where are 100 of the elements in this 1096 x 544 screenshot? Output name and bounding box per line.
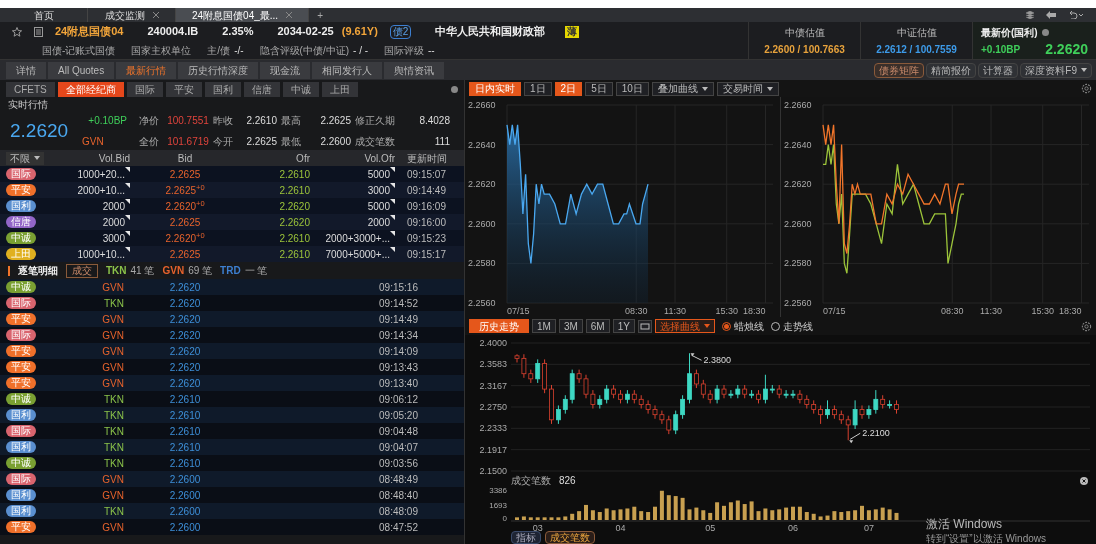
tab[interactable]: 舆情资讯 bbox=[384, 61, 445, 79]
tool-button[interactable]: 深度资料F9 bbox=[1020, 62, 1092, 78]
table-cell-text: 08:48:49 bbox=[378, 472, 419, 487]
bar bbox=[873, 509, 878, 520]
range-tab[interactable]: 3M bbox=[558, 319, 583, 333]
table-cell-text: 2.2620 bbox=[168, 296, 202, 311]
broker-badge: 国际 bbox=[6, 473, 36, 485]
range-tab[interactable]: 10日 bbox=[615, 81, 649, 96]
trade-count: 69 笔 bbox=[188, 264, 213, 278]
bar bbox=[722, 505, 726, 520]
menu-dropdown[interactable]: 交易时间 bbox=[716, 81, 779, 96]
term-years: (9.61Y) bbox=[341, 24, 378, 40]
bar bbox=[797, 506, 802, 520]
curve-dropdown[interactable]: 选择曲线 bbox=[654, 319, 715, 333]
annotation-label: 2.2100 bbox=[862, 428, 890, 439]
table-cell-text: 2.2625$^{+0}$ bbox=[164, 182, 206, 198]
volume-label: 成交笔数 bbox=[511, 474, 551, 489]
broker-badge: 国际 bbox=[6, 329, 36, 341]
bar bbox=[659, 490, 664, 520]
indicator-tab[interactable]: 成交笔数 bbox=[545, 531, 595, 544]
broker-tab[interactable]: 平安 bbox=[165, 81, 202, 97]
broker-tab[interactable]: 上田 bbox=[321, 81, 358, 97]
axis-label: 2.4000 bbox=[479, 338, 507, 348]
column-header: 更新时间 bbox=[405, 151, 448, 166]
bar bbox=[515, 517, 519, 520]
range-tab[interactable]: 2日 bbox=[554, 81, 583, 96]
table-cell-text: 2.2600 bbox=[168, 472, 202, 487]
broker-badge: 中诚 bbox=[6, 393, 36, 405]
stat-label: 修正久期 bbox=[355, 114, 396, 128]
stat-label: 昨收 bbox=[213, 114, 234, 128]
bar bbox=[563, 516, 568, 520]
tab[interactable]: 详情 bbox=[6, 61, 46, 79]
axis-label: 2.2560 bbox=[784, 298, 812, 308]
tab[interactable]: 历史行情深度 bbox=[178, 61, 259, 79]
table-cell-text: GVN bbox=[101, 280, 125, 295]
axis-label: 04 bbox=[615, 522, 626, 531]
axis-label: 1693 bbox=[489, 500, 507, 510]
tool-button[interactable]: 精简报价 bbox=[926, 62, 977, 78]
broker-tab[interactable]: 国际 bbox=[126, 81, 163, 97]
bar bbox=[811, 513, 816, 520]
axis-label: 2.2580 bbox=[468, 258, 496, 269]
section-title: 实时行情 bbox=[7, 98, 49, 112]
table-cell-text: 2.2610 bbox=[278, 183, 310, 198]
broker-tab[interactable]: 中诚 bbox=[282, 81, 319, 97]
axis-label: 15:30 bbox=[715, 306, 738, 316]
table-cell-text: 2000+10... bbox=[77, 183, 125, 198]
issuer-name: 中华人民共和国财政部 bbox=[435, 24, 546, 40]
tool-button[interactable]: 债券矩阵 bbox=[874, 62, 925, 78]
table-cell-text: 2.2610 bbox=[168, 424, 202, 439]
table-cell-text: 09:14:49 bbox=[378, 312, 419, 327]
broker-tab[interactable]: 信唐 bbox=[243, 81, 280, 97]
menu-dropdown[interactable]: 叠加曲线 bbox=[651, 81, 714, 96]
bar bbox=[611, 510, 616, 520]
axis-label: 11:30 bbox=[664, 306, 686, 316]
section-title: 逐笔明细 bbox=[18, 264, 58, 278]
info-value: -- bbox=[428, 43, 435, 58]
table-cell-text: 2.2610 bbox=[278, 231, 310, 246]
stat-value: 100.7551 bbox=[166, 114, 210, 128]
axis-label: 08:30 bbox=[941, 306, 964, 316]
axis-label: 18:30 bbox=[742, 306, 766, 316]
bar bbox=[639, 511, 644, 520]
section-tab[interactable]: 历史走势 bbox=[469, 319, 529, 333]
bond-code: 240004.IB bbox=[147, 24, 199, 40]
bar bbox=[556, 517, 561, 520]
broker-tab[interactable]: 全部经纪商 bbox=[57, 81, 124, 97]
range-tab[interactable]: 1Y bbox=[612, 319, 635, 333]
filter-button[interactable]: 成交 bbox=[66, 263, 98, 278]
tab[interactable]: All Quotes bbox=[48, 61, 115, 79]
window-tab[interactable]: 24附息国债04_最... bbox=[176, 8, 310, 22]
table-cell-text: GVN bbox=[101, 312, 125, 327]
column-header: Ofr bbox=[295, 151, 310, 166]
broker-tab[interactable]: 国利 bbox=[204, 81, 241, 97]
table-cell-text: 09:16:00 bbox=[406, 215, 447, 230]
coupon-rate: 2.35% bbox=[222, 24, 254, 40]
axis-label: 2.2600 bbox=[468, 218, 496, 229]
valuation-value: 2.2612 / 100.7559 bbox=[876, 42, 957, 57]
range-tab[interactable]: 5日 bbox=[585, 81, 613, 96]
broker-badge: 国际 bbox=[6, 425, 36, 437]
range-tab[interactable]: 日内实时 bbox=[469, 81, 521, 96]
tab[interactable]: 现金流 bbox=[260, 61, 311, 79]
table-cell-text: 2.2610 bbox=[168, 456, 202, 471]
add-tab-button[interactable]: + bbox=[309, 8, 331, 22]
range-tab[interactable]: 1日 bbox=[524, 81, 552, 96]
range-tab[interactable]: 1M bbox=[532, 319, 556, 333]
table-cell-text: 7000+5000+... bbox=[325, 247, 390, 262]
range-tab[interactable]: 6M bbox=[585, 319, 610, 333]
table-cell-text: 09:13:43 bbox=[378, 360, 419, 375]
filter-dropdown[interactable]: 不限 bbox=[6, 151, 44, 165]
bar bbox=[853, 510, 858, 520]
broker-badge: 上田 bbox=[6, 248, 36, 260]
table-cell-text: GVN bbox=[101, 376, 125, 391]
broker-tab[interactable]: CFETS bbox=[6, 81, 55, 97]
stat-value: 2.2625 bbox=[319, 114, 352, 128]
tool-button[interactable]: 计算器 bbox=[978, 62, 1019, 78]
indicator-tab[interactable]: 指标 bbox=[511, 531, 541, 544]
tab[interactable]: 最新行情 bbox=[116, 61, 177, 79]
broker-badge: 平安 bbox=[6, 361, 36, 373]
table-cell-text: 5000 bbox=[367, 167, 390, 182]
tab[interactable]: 相同发行人 bbox=[312, 61, 383, 79]
table-cell-text: GVN bbox=[101, 488, 125, 503]
